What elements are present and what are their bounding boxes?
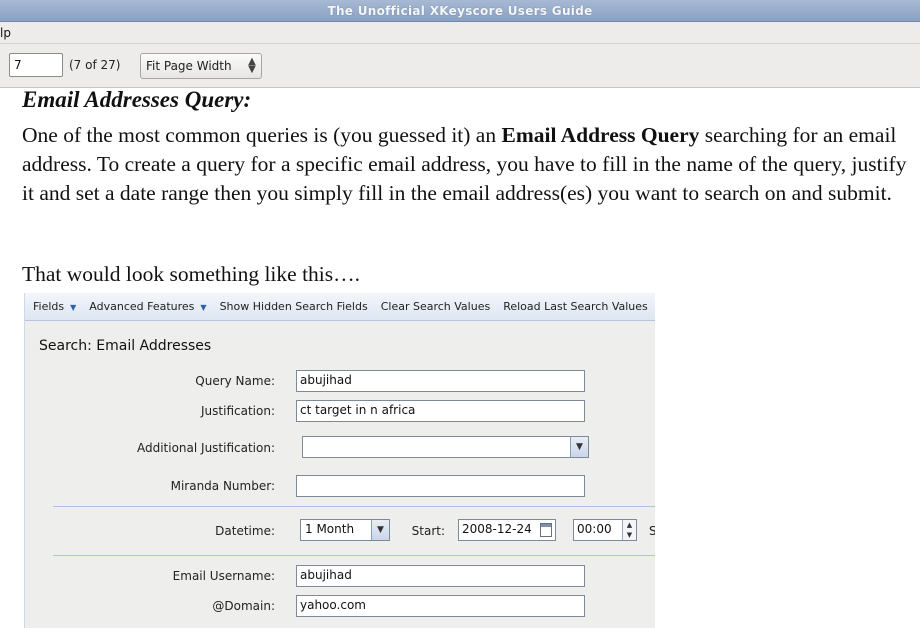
zoom-select[interactable]: Fit Page Width ▲ ▼ (140, 53, 262, 79)
form-separator (53, 555, 655, 556)
window-titlebar: The Unofficial XKeyscore Users Guide (0, 0, 920, 22)
section-heading: Email Addresses Query: (22, 88, 252, 112)
form-separator (53, 506, 655, 507)
menu-item-help[interactable]: lp (0, 26, 11, 40)
justification-field: ct target in n africa (296, 400, 585, 422)
domain-label: @Domain: (212, 599, 275, 613)
reload-last-search-item: Reload Last Search Values (503, 300, 648, 313)
fields-menu-label: Fields (33, 300, 65, 313)
miranda-number-field (296, 475, 585, 497)
additional-justification-label: Additional Justification: (136, 441, 275, 455)
body-paragraph-2: That would look something like this…. (22, 262, 361, 286)
justification-label: Justification: (201, 404, 275, 418)
para-bold-text: Email Address Query (501, 123, 700, 147)
viewer-toolbar: (7 of 27) Fit Page Width ▲▼ (0, 44, 920, 88)
chevron-down-icon: ▼ (570, 437, 588, 457)
body-paragraph: One of the most common queries is (you g… (22, 121, 920, 208)
advanced-features-label: Advanced Features (89, 300, 195, 313)
cut-off-label: S (649, 524, 655, 538)
page-number-input[interactable] (9, 53, 63, 77)
clear-search-values-item: Clear Search Values (380, 300, 491, 313)
calendar-icon (540, 523, 552, 537)
window-title: The Unofficial XKeyscore Users Guide (327, 3, 593, 18)
page-count-label: (7 of 27) (69, 58, 121, 72)
email-username-field: abujihad (296, 565, 585, 587)
dropdown-arrow-icon: ▼ (200, 303, 207, 312)
fields-menu: Fields ▼ (33, 300, 76, 313)
form-section-title: Search: Email Addresses (39, 338, 212, 354)
start-label: Start: (411, 524, 445, 538)
query-name-label: Query Name: (195, 374, 275, 388)
email-username-label: Email Username: (172, 569, 275, 583)
menubar: lp (0, 22, 920, 44)
form-toolbar: Fields ▼ Advanced Features ▼ Show Hidden S… (25, 293, 655, 321)
advanced-features-menu: Advanced Features ▼ (89, 300, 206, 313)
chevron-down-icon: ▼ (371, 520, 389, 540)
embedded-search-form-screenshot: Fields ▼ Advanced Features ▼ Show Hidden S… (24, 293, 655, 628)
domain-field: yahoo.com (296, 595, 585, 617)
datetime-value: 1 Month (305, 522, 355, 536)
start-date-value: 2008-12-24 (462, 522, 532, 536)
datetime-label: Datetime: (215, 524, 275, 538)
show-hidden-fields-item: Show Hidden Search Fields (219, 300, 368, 313)
query-name-field: abujihad (296, 370, 585, 392)
datetime-select: 1 Month ▼ (300, 519, 390, 541)
para-text-a: One of the most common queries is (you g… (22, 123, 502, 147)
document-page: Email Addresses Query: One of the most c… (0, 88, 920, 628)
start-time-field: 00:00 ▲ ▼ (573, 519, 637, 541)
updown-arrow-icon: ▲ ▼ (248, 56, 256, 75)
start-time-value: 00:00 (577, 522, 612, 536)
miranda-number-label: Miranda Number: (170, 479, 275, 493)
spinner-arrows-icon: ▲ ▼ (622, 520, 636, 540)
zoom-select-value: Fit Page Width (146, 59, 232, 73)
dropdown-arrow-icon: ▼ (70, 303, 77, 312)
additional-justification-select: ▼ (302, 436, 589, 458)
